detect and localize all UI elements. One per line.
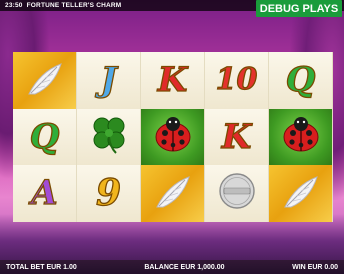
- reel-cell: A: [13, 165, 77, 222]
- reel-cell: [141, 165, 205, 222]
- ladybug-icon: [149, 112, 197, 161]
- bottom-bar: TOTAL BET EUR 1.00 BALANCE EUR 1,000.00 …: [0, 260, 344, 274]
- symbol-letter: J: [100, 60, 117, 101]
- symbol-letter: 10: [215, 62, 258, 98]
- win-label: WIN EUR 0.00: [292, 263, 338, 271]
- feather-icon: [23, 58, 67, 103]
- reel-cell: [77, 108, 141, 166]
- symbol-letter: A: [31, 173, 59, 214]
- coin-icon: [214, 169, 260, 218]
- reel-cell: 10: [205, 52, 269, 109]
- reel-cell: Q: [13, 108, 77, 166]
- reel-cell: 9: [77, 165, 141, 222]
- reels-grid: J K 10 Q Q K A 9: [13, 52, 333, 222]
- symbol-letter: 9: [95, 172, 122, 215]
- symbol-letter: Q: [285, 60, 316, 101]
- symbol-letter: K: [157, 60, 188, 101]
- reel-cell: K: [141, 52, 205, 109]
- reel-cell: [269, 165, 333, 222]
- reel-cell: K: [205, 108, 269, 166]
- symbol-letter: K: [221, 116, 252, 157]
- reel-cell: [13, 52, 77, 109]
- reel-cell: J: [77, 52, 141, 109]
- symbol-letter: Q: [29, 116, 60, 157]
- feather-icon: [151, 171, 195, 216]
- reel-cell: [205, 165, 269, 222]
- ladybug-icon: [277, 112, 325, 161]
- debug-plays-badge[interactable]: DEBUG PLAYS: [256, 0, 342, 17]
- reel-cell: [141, 108, 205, 166]
- reel-cell: Q: [269, 52, 333, 109]
- clock: 23:50: [5, 2, 23, 9]
- reel-cell: [269, 108, 333, 166]
- balance-label: BALANCE EUR 1,000.00: [144, 263, 225, 271]
- game-title: FORTUNE TELLER'S CHARM: [26, 2, 122, 9]
- clover-icon: [86, 111, 132, 162]
- total-bet-label: TOTAL BET EUR 1.00: [6, 263, 77, 271]
- feather-icon: [279, 171, 323, 216]
